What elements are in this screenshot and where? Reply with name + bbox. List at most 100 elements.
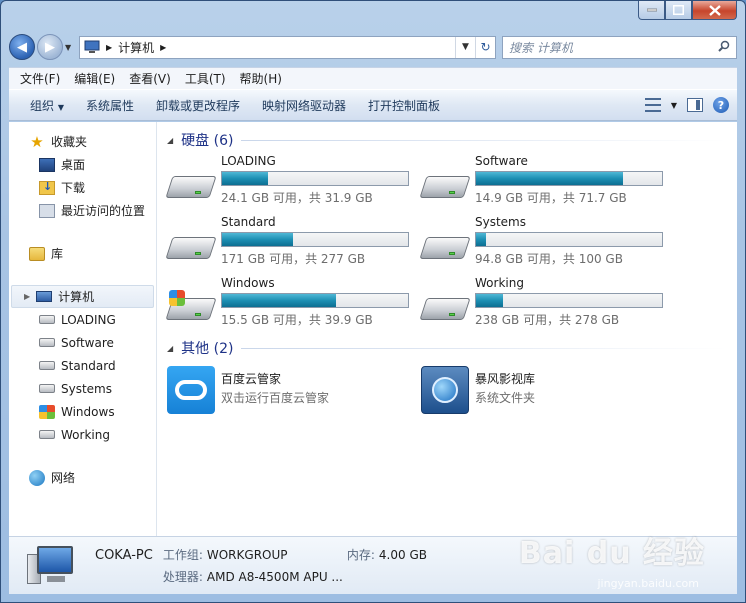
breadcrumb-chevron-icon[interactable]: ▶ <box>106 43 112 52</box>
menu-tools[interactable]: 工具(T) <box>178 70 233 87</box>
collapse-arrow-icon[interactable]: ◢ <box>167 344 173 353</box>
address-dropdown-icon[interactable]: ▼ <box>455 36 475 58</box>
nav-drive-loading[interactable]: LOADING <box>9 308 156 331</box>
drive-free-space: 171 GB 可用，共 277 GB <box>221 252 366 266</box>
drive-name: Windows <box>221 276 275 290</box>
nav-label: Windows <box>61 404 115 419</box>
details-grid: COKA-PC 工作组: WORKGROUP 内存: 4.00 GB 处理器: … <box>95 546 427 585</box>
view-options-dropdown-icon[interactable]: ▼ <box>671 101 677 110</box>
nav-label: 收藏夹 <box>51 135 88 149</box>
group-header-hard-drives[interactable]: ◢ 硬盘 (6) <box>167 130 737 150</box>
preview-pane-icon[interactable] <box>687 98 703 112</box>
view-controls: ▼ ? <box>644 97 737 113</box>
command-bar: 组织 ▼ 系统属性 卸载或更改程序 映射网络驱动器 打开控制面板 ▼ ? <box>9 89 737 121</box>
file-list-pane: ◢ 硬盘 (6) LOADING 24.1 GB 可用，共 31.9 GB Soft… <box>157 122 737 536</box>
caption-buttons <box>638 1 737 20</box>
item-name: 百度云管家 <box>221 372 282 386</box>
collapse-arrow-icon[interactable]: ◢ <box>167 136 173 145</box>
drive-tile[interactable]: Software 14.9 GB 可用，共 71.7 GB <box>419 152 675 210</box>
item-baofeng-library[interactable]: 暴风影视库 系统文件夹 <box>421 366 675 418</box>
hard-drive-icon <box>165 152 217 210</box>
search-input[interactable]: 搜索 计算机 <box>509 39 573 56</box>
library-icon <box>29 246 45 261</box>
change-view-icon[interactable] <box>644 98 661 112</box>
nav-downloads[interactable]: 下载 <box>9 176 156 199</box>
nav-drive-windows[interactable]: Windows <box>9 400 156 423</box>
navigation-pane: ★ 收藏夹 桌面 下载 最近访问的位置 库 ▶ 计算机 LOADING Softwa… <box>9 122 157 536</box>
menu-file[interactable]: 文件(F) <box>13 70 67 87</box>
close-icon <box>708 4 721 16</box>
nav-favorites[interactable]: ★ 收藏夹 <box>9 130 156 153</box>
uninstall-program-button[interactable]: 卸载或更改程序 <box>145 97 251 114</box>
nav-libraries[interactable]: 库 <box>9 242 156 265</box>
drive-tile[interactable]: LOADING 24.1 GB 可用，共 31.9 GB <box>165 152 421 210</box>
network-icon <box>29 469 45 486</box>
baidu-cloud-icon <box>167 366 215 414</box>
nav-network[interactable]: 网络 <box>9 466 156 489</box>
maximize-button[interactable] <box>665 1 692 20</box>
drive-usage-fill <box>222 172 268 185</box>
map-network-drive-button[interactable]: 映射网络驱动器 <box>251 97 357 114</box>
memory-label: 内存: <box>346 548 375 562</box>
minimize-button[interactable] <box>638 1 665 20</box>
nav-recent-places[interactable]: 最近访问的位置 <box>9 199 156 222</box>
menu-edit[interactable]: 编辑(E) <box>67 70 122 87</box>
help-icon[interactable]: ? <box>713 97 729 113</box>
menu-help[interactable]: 帮助(H) <box>233 70 289 87</box>
nav-label: 库 <box>51 247 64 261</box>
system-properties-button[interactable]: 系统属性 <box>75 97 145 114</box>
forward-button[interactable]: ▶ <box>37 34 63 60</box>
open-control-panel-button[interactable]: 打开控制面板 <box>357 97 451 114</box>
drive-usage-fill <box>476 233 486 246</box>
baidu-watermark: Bai du 经验 <box>518 536 705 571</box>
drive-usage-bar <box>475 293 663 308</box>
organize-button[interactable]: 组织 ▼ <box>19 97 75 114</box>
windows-drive-icon <box>165 274 217 332</box>
recent-places-icon <box>39 203 55 218</box>
search-box[interactable]: 搜索 计算机 <box>502 35 737 59</box>
drive-usage-bar <box>475 232 663 247</box>
drive-name: Systems <box>475 215 526 229</box>
computer-icon <box>84 40 100 53</box>
back-button[interactable]: ◀ <box>9 34 35 60</box>
breadcrumb-chevron-icon[interactable]: ▶ <box>160 43 166 52</box>
menu-view[interactable]: 查看(V) <box>122 70 178 87</box>
close-button[interactable] <box>692 1 737 20</box>
drive-tile[interactable]: Working 238 GB 可用，共 278 GB <box>419 274 675 332</box>
search-icon[interactable] <box>718 40 730 55</box>
workgroup-label: 工作组: <box>162 548 203 562</box>
address-bar[interactable]: ▶ 计算机 ▶ ▼ ↻ <box>79 35 496 59</box>
nav-drive-software[interactable]: Software <box>9 331 156 354</box>
nav-computer[interactable]: ▶ 计算机 <box>11 285 154 308</box>
item-baidu-cloud[interactable]: 百度云管家 双击运行百度云管家 <box>167 366 421 418</box>
organize-label: 组织 <box>30 98 55 113</box>
menu-bar: 文件(F) 编辑(E) 查看(V) 工具(T) 帮助(H) <box>9 67 737 89</box>
nav-drive-standard[interactable]: Standard <box>9 354 156 377</box>
drive-tile[interactable]: Standard 171 GB 可用，共 277 GB <box>165 213 421 271</box>
maximize-icon <box>673 5 684 15</box>
group-title: 硬盘 (6) <box>181 133 234 149</box>
drive-name: LOADING <box>221 154 276 168</box>
refresh-icon[interactable]: ↻ <box>475 36 495 58</box>
drive-usage-fill <box>222 294 336 307</box>
address-row: ◀ ▶ ▼ ▶ 计算机 ▶ ▼ ↻ 搜索 计算机 <box>9 31 737 63</box>
workgroup-value: WORKGROUP <box>206 548 288 562</box>
recent-pages-dropdown[interactable]: ▼ <box>65 43 75 52</box>
drive-tile[interactable]: Systems 94.8 GB 可用，共 100 GB <box>419 213 675 271</box>
group-header-other[interactable]: ◢ 其他 (2) <box>167 338 737 358</box>
item-description: 双击运行百度云管家 <box>221 391 330 405</box>
drive-usage-bar <box>221 293 409 308</box>
windows-drive-icon <box>39 404 55 419</box>
drive-grid: LOADING 24.1 GB 可用，共 31.9 GB Software 14.9 … <box>165 152 737 332</box>
nav-desktop[interactable]: 桌面 <box>9 153 156 176</box>
drive-free-space: 24.1 GB 可用，共 31.9 GB <box>221 191 373 205</box>
expand-arrow-icon[interactable]: ▶ <box>24 292 30 301</box>
nav-drive-working[interactable]: Working <box>9 423 156 446</box>
computer-large-icon <box>27 544 77 588</box>
pc-name: COKA-PC <box>95 548 153 563</box>
nav-label: 网络 <box>51 471 76 485</box>
drive-tile[interactable]: Windows 15.5 GB 可用，共 39.9 GB <box>165 274 421 332</box>
nav-drive-systems[interactable]: Systems <box>9 377 156 400</box>
breadcrumb-computer[interactable]: 计算机 <box>118 39 154 56</box>
drive-icon <box>39 338 55 347</box>
